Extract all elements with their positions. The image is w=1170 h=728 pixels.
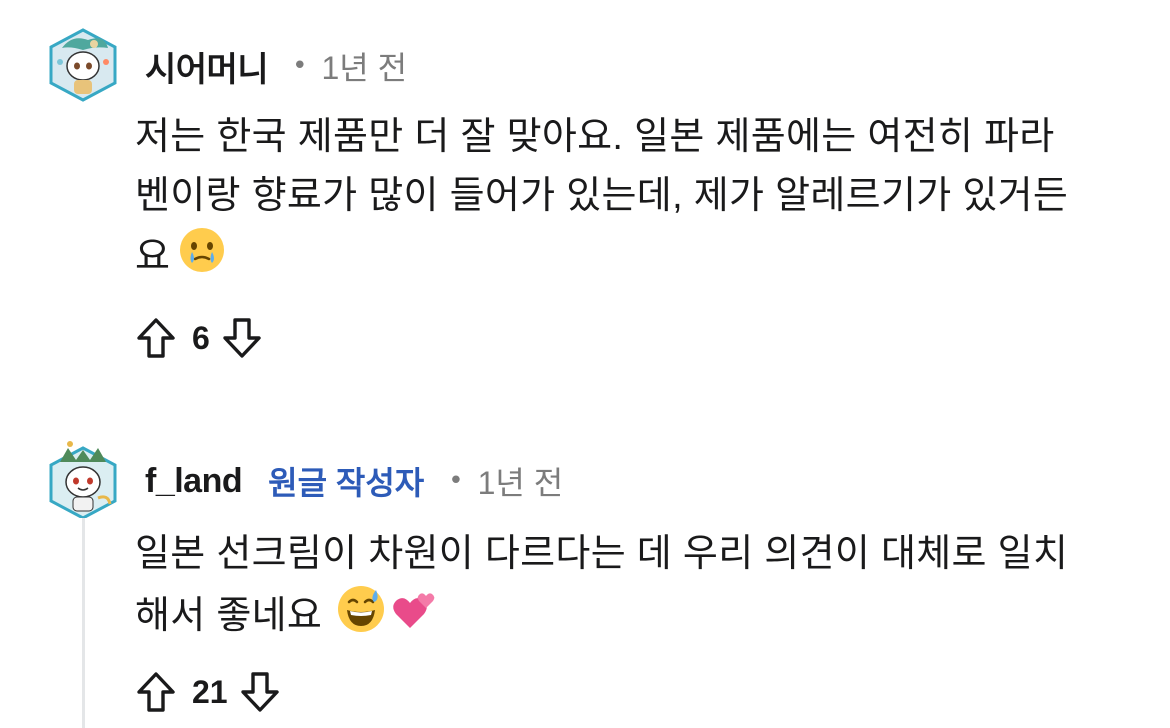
op-badge: 원글 작성자 — [268, 465, 425, 501]
two-hearts-emoji — [390, 584, 440, 652]
username[interactable]: f_land — [145, 462, 243, 501]
comment-body: 일본 선크림이 차원이 다르다는 데 우리 의견이 대체로 일치 해서 좋네요 — [135, 525, 1115, 652]
comment-text-line: 일본 선크림이 차원이 다르다는 데 우리 의견이 대체로 일치 — [135, 533, 1069, 575]
comment-meta: f_land 원글 작성자 • 1년 전 — [145, 458, 564, 504]
snoo-avatar-icon — [49, 441, 117, 520]
downvote-arrow-icon — [240, 672, 279, 712]
avatar[interactable] — [48, 440, 118, 520]
separator-dot: • — [448, 466, 464, 496]
comment-text-line: 해서 좋네요 — [135, 595, 323, 638]
vote-bar: 21 — [134, 669, 282, 715]
upvote-button[interactable] — [134, 669, 178, 715]
timestamp[interactable]: 1년 전 — [478, 458, 564, 504]
comment-text-last-line: 해서 좋네요 — [135, 584, 1115, 652]
upvote-arrow-icon — [137, 672, 175, 712]
comment: f_land 원글 작성자 • 1년 전 일본 선크림이 차원이 다르다는 데 … — [0, 0, 1170, 728]
grinning-face-with-sweat-emoji — [336, 584, 386, 652]
downvote-button[interactable] — [238, 669, 282, 715]
vote-score: 21 — [192, 673, 228, 710]
